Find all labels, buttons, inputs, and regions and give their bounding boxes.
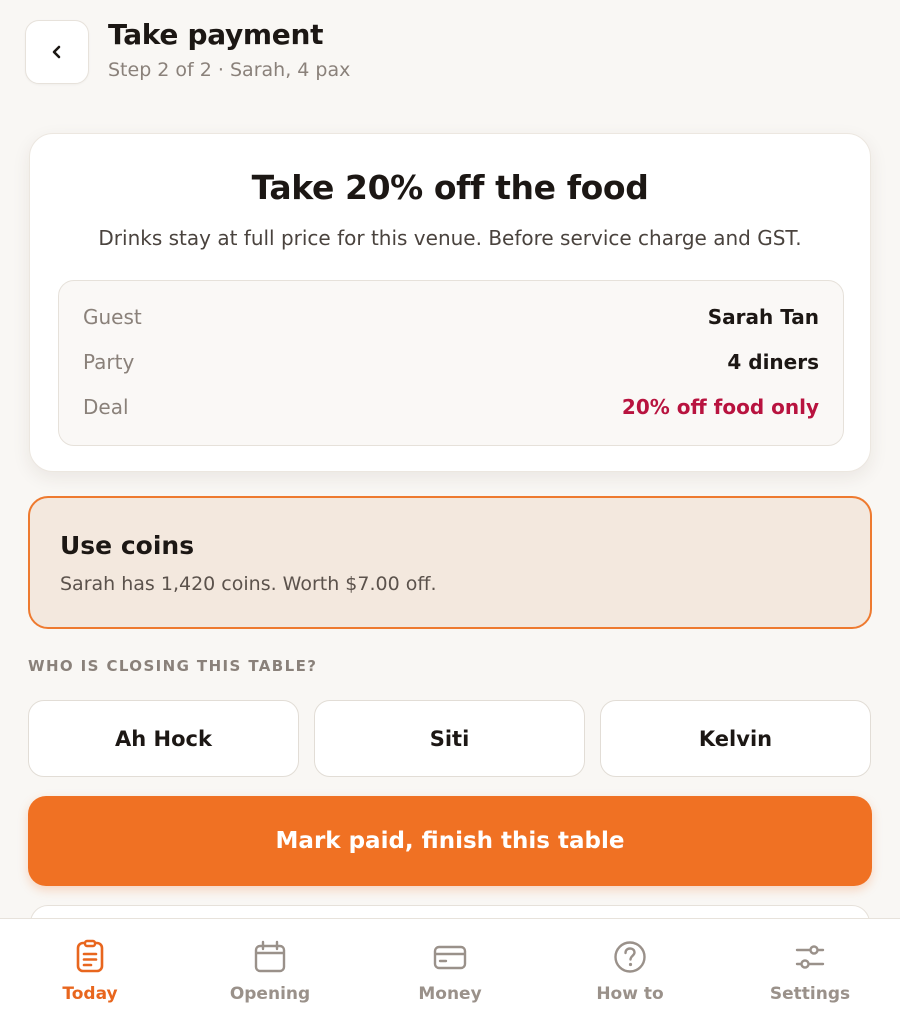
summary-label: Deal xyxy=(83,395,129,419)
tab-money[interactable]: Money xyxy=(360,919,540,1024)
tab-settings[interactable]: Settings xyxy=(720,919,900,1024)
card-icon xyxy=(432,939,468,975)
header: Take payment Step 2 of 2 · Sarah, 4 pax xyxy=(0,0,900,100)
tab-label: How to xyxy=(596,984,664,1004)
summary-value-deal: 20% off food only xyxy=(621,395,819,419)
tab-bar: Today Opening Money How to Settings xyxy=(0,918,900,1024)
use-coins-option[interactable]: Use coins Sarah has 1,420 coins. Worth $… xyxy=(28,496,872,629)
deal-title: Take 20% off the food xyxy=(251,168,649,207)
page-title: Take payment xyxy=(108,18,324,51)
summary-label: Guest xyxy=(83,305,142,329)
staff-button-siti[interactable]: Siti xyxy=(314,700,585,777)
tab-how-to[interactable]: How to xyxy=(540,919,720,1024)
mark-paid-button[interactable]: Mark paid, finish this table xyxy=(28,796,872,886)
tab-today[interactable]: Today xyxy=(0,919,180,1024)
summary-row-deal: Deal 20% off food only xyxy=(83,395,819,425)
tab-label: Opening xyxy=(229,984,311,1004)
deal-card: Take 20% off the food Drinks stay at ful… xyxy=(29,133,871,472)
coins-title: Use coins xyxy=(60,531,195,560)
section-label-closing: WHO IS CLOSING THIS TABLE? xyxy=(28,657,318,675)
tab-opening[interactable]: Opening xyxy=(180,919,360,1024)
sliders-icon xyxy=(792,939,828,975)
deal-description: Drinks stay at full price for this venue… xyxy=(98,226,802,250)
chevron-left-icon xyxy=(52,45,61,59)
back-button[interactable] xyxy=(25,20,89,84)
summary-label: Party xyxy=(83,350,135,374)
summary-row-party: Party 4 diners xyxy=(83,350,819,380)
summary-value: Sarah Tan xyxy=(707,305,819,329)
staff-button-ah-hock[interactable]: Ah Hock xyxy=(28,700,299,777)
coins-description: Sarah has 1,420 coins. Worth $7.00 off. xyxy=(60,573,437,595)
tab-label: Today xyxy=(62,984,118,1004)
help-circle-icon xyxy=(612,939,648,975)
tab-label: Settings xyxy=(769,984,851,1004)
staff-button-kelvin[interactable]: Kelvin xyxy=(600,700,871,777)
deal-summary: Guest Sarah Tan Party 4 diners Deal 20% … xyxy=(58,280,844,446)
summary-value: 4 diners xyxy=(727,350,819,374)
clipboard-list-icon xyxy=(72,939,108,975)
calendar-icon xyxy=(252,939,288,975)
page-subtitle: Step 2 of 2 · Sarah, 4 pax xyxy=(108,59,351,81)
tab-label: Money xyxy=(418,984,482,1004)
summary-row-guest: Guest Sarah Tan xyxy=(83,305,819,335)
